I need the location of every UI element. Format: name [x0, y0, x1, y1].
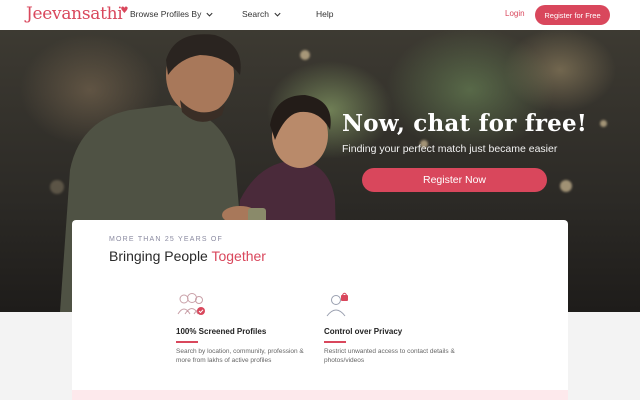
feature-title: 100% Screened Profiles [176, 327, 267, 336]
top-nav-bar: Jeevansathi♥ Browse Profiles By Search H… [0, 0, 640, 30]
nav-search[interactable]: Search [242, 9, 282, 19]
feature-divider [176, 341, 198, 343]
feature-description: Search by location, community, professio… [176, 347, 304, 364]
nav-help[interactable]: Help [316, 9, 333, 19]
chevron-down-icon [206, 12, 213, 17]
feature-privacy-control: Control over Privacy Restrict unwanted a… [324, 292, 464, 365]
register-for-free-button[interactable]: Register for Free [535, 5, 610, 25]
hero-title: Now, chat for free! [342, 110, 588, 137]
card-title: Bringing People Together [109, 248, 266, 264]
heart-icon: ♥ [120, 6, 129, 16]
privacy-lock-icon [326, 292, 348, 317]
card-title-accent: Together [211, 248, 266, 264]
bokeh-light [560, 180, 572, 192]
feature-title: Control over Privacy [324, 327, 403, 336]
feature-description: Restrict unwanted access to contact deta… [324, 347, 455, 364]
features-card: MORE THAN 25 YEARS OF Bringing People To… [72, 220, 568, 400]
nav-help-label: Help [316, 9, 334, 19]
chevron-down-icon [274, 12, 281, 17]
feature-divider [324, 341, 346, 343]
page: Jeevansathi♥ Browse Profiles By Search H… [0, 0, 640, 400]
nav-search-label: Search [242, 9, 269, 19]
hero-subtitle: Finding your perfect match just became e… [342, 143, 558, 155]
card-bottom-strip [72, 390, 568, 400]
jeevansathi-logo[interactable]: Jeevansathi♥ [26, 4, 130, 24]
bokeh-light [600, 120, 607, 127]
register-now-button[interactable]: Register Now [362, 168, 547, 192]
login-link[interactable]: Login [505, 9, 525, 18]
card-title-main: Bringing People [109, 248, 212, 264]
nav-browse-profiles[interactable]: Browse Profiles By [130, 9, 214, 19]
card-eyebrow: MORE THAN 25 YEARS OF [109, 236, 224, 243]
nav-browse-profiles-label: Browse Profiles By [130, 9, 202, 19]
people-check-icon [177, 293, 205, 315]
feature-screened-profiles: 100% Screened Profiles Search by locatio… [176, 292, 316, 365]
